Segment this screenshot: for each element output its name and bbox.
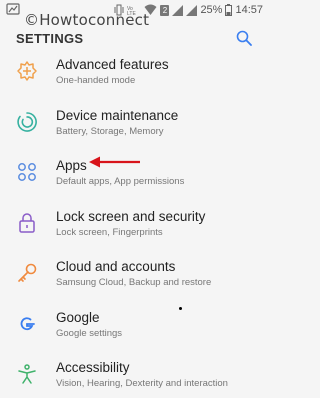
settings-item-sublabel: Default apps, App permissions (56, 176, 185, 187)
settings-item-sublabel: Samsung Cloud, Backup and restore (56, 277, 212, 288)
battery-icon (225, 4, 233, 16)
status-time: 14:57 (235, 4, 263, 16)
search-icon[interactable] (236, 30, 252, 46)
signal-icon (172, 4, 184, 16)
settings-item-cloud-accounts[interactable]: Cloud and accounts Samsung Cloud, Backup… (0, 251, 267, 302)
settings-item-lock-screen-security[interactable]: Lock screen and security Lock screen, Fi… (0, 201, 267, 252)
settings-item-sublabel: One-handed mode (56, 75, 136, 86)
settings-item-label: Cloud and accounts (56, 259, 176, 274)
settings-item-google[interactable]: Google Google settings (0, 302, 267, 353)
settings-item-label: Google (56, 309, 100, 325)
settings-item-label: Accessibility (56, 360, 130, 375)
google-icon (16, 313, 38, 335)
settings-item-label: Device maintenance (56, 107, 179, 123)
settings-header: SETTINGS (0, 27, 267, 49)
settings-item-accessibility[interactable]: Accessibility Vision, Hearing, Dexterity… (0, 352, 267, 398)
sim-badge: 2 (160, 4, 170, 16)
settings-item-label: Apps (56, 158, 87, 173)
key-icon (16, 262, 38, 284)
settings-item-advanced-features[interactable]: Advanced features One-handed mode (0, 49, 267, 100)
settings-item-label: Lock screen and security (56, 208, 206, 224)
signal-icon-2 (186, 4, 198, 16)
settings-item-label: Advanced features (56, 57, 169, 72)
settings-item-sublabel: Battery, Storage, Memory (56, 125, 164, 137)
settings-item-sublabel: Google settings (56, 327, 123, 339)
settings-item-device-maintenance[interactable]: Device maintenance Battery, Storage, Mem… (0, 100, 267, 151)
notification-icon (6, 3, 20, 15)
battery-percent: 25% (200, 4, 223, 16)
settings-list: Advanced features One-handed mode Device… (0, 49, 267, 398)
apps-icon (16, 161, 38, 183)
page-title: SETTINGS (16, 31, 84, 46)
lock-icon (16, 212, 38, 234)
settings-item-sublabel: Vision, Hearing, Dexterity and interacti… (56, 378, 228, 389)
advanced-features-icon (16, 60, 38, 82)
cursor-dot (179, 307, 182, 310)
device-maintenance-icon (16, 111, 38, 133)
annotation-arrow-icon (88, 155, 140, 169)
accessibility-icon (16, 363, 38, 385)
settings-item-sublabel: Lock screen, Fingerprints (56, 226, 163, 238)
